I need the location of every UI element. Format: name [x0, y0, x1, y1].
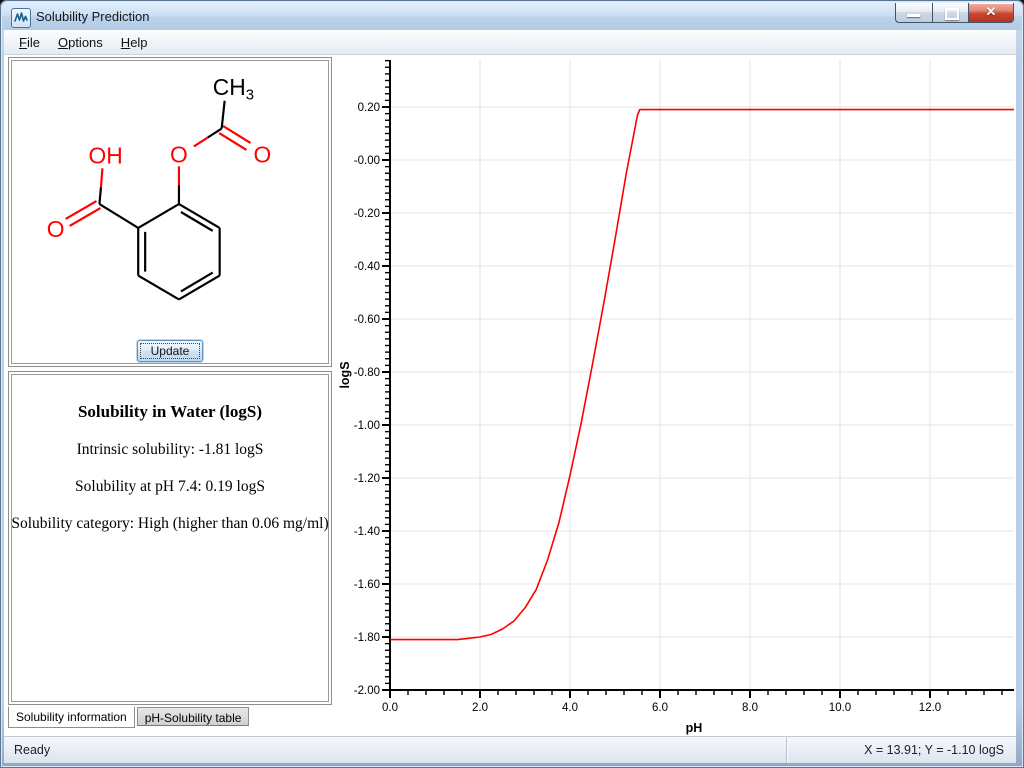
svg-text:12.0: 12.0	[919, 702, 941, 714]
menu-bar: File Options Help	[4, 30, 1016, 55]
svg-text:8.0: 8.0	[742, 702, 758, 714]
svg-text:-0.80: -0.80	[354, 367, 380, 379]
app-window: Solubility Prediction ✕ File Options Hel…	[0, 0, 1024, 768]
svg-text:-1.00: -1.00	[354, 420, 380, 432]
app-icon	[11, 8, 31, 28]
window-title: Solubility Prediction	[36, 9, 149, 24]
structure-viewer[interactable]: CH3 O O OH O Update	[8, 57, 332, 367]
svg-text:-0.20: -0.20	[354, 208, 380, 220]
status-coordinates: X = 13.91; Y = -1.10 logS	[786, 737, 1016, 763]
tab-ph-solubility-table[interactable]: pH-Solubility table	[137, 707, 250, 726]
svg-text:-2.00: -2.00	[354, 685, 380, 697]
solubility-info-panel: Solubility in Water (logS) Intrinsic sol…	[8, 371, 332, 705]
status-ready: Ready	[14, 743, 50, 757]
atom-label-hydroxyl: OH	[89, 142, 123, 168]
svg-text:-1.20: -1.20	[354, 473, 380, 485]
chart-canvas[interactable]: 0.20 -0.00 -0.20 -0.40 -0.60 -0.80 -1.00 -1.20 -…	[336, 55, 1016, 736]
title-bar[interactable]: Solubility Prediction ✕	[2, 2, 1022, 30]
svg-text:pH: pH	[686, 721, 703, 735]
menu-options[interactable]: Options	[49, 32, 112, 53]
svg-text:logS: logS	[338, 361, 352, 388]
atom-label-acetyl-o: O	[253, 141, 271, 167]
tab-solubility-information[interactable]: Solubility information	[8, 706, 135, 728]
close-icon: ✕	[969, 4, 1013, 20]
menu-file[interactable]: File	[10, 32, 49, 53]
svg-text:-1.40: -1.40	[354, 526, 380, 538]
close-button[interactable]: ✕	[969, 3, 1014, 23]
solubility-category-line: Solubility category: High (higher than 0…	[9, 515, 331, 533]
info-title: Solubility in Water (logS)	[9, 402, 331, 422]
ph-solubility-chart[interactable]: 0.20 -0.00 -0.20 -0.40 -0.60 -0.80 -1.00 -1.20 -…	[336, 55, 1016, 736]
svg-text:10.0: 10.0	[829, 702, 851, 714]
solubility-ph74-line: Solubility at pH 7.4: 0.19 logS	[9, 478, 331, 496]
menu-help[interactable]: Help	[112, 32, 157, 53]
maximize-button[interactable]	[932, 3, 969, 23]
maximize-icon	[945, 8, 959, 20]
atom-label-ester-o: O	[170, 141, 188, 167]
svg-text:-1.60: -1.60	[354, 579, 380, 591]
intrinsic-solubility-line: Intrinsic solubility: -1.81 logS	[9, 441, 331, 459]
svg-text:-0.60: -0.60	[354, 314, 380, 326]
svg-text:-1.80: -1.80	[354, 632, 380, 644]
svg-text:-0.00: -0.00	[354, 155, 380, 167]
svg-text:6.0: 6.0	[652, 702, 668, 714]
tab-bar: Solubility information pH-Solubility tab…	[8, 707, 249, 733]
atom-label-methyl: CH3	[213, 74, 254, 104]
minimize-icon	[907, 14, 920, 17]
svg-text:4.0: 4.0	[562, 702, 578, 714]
svg-text:0.0: 0.0	[382, 702, 398, 714]
status-bar: Ready X = 13.91; Y = -1.10 logS	[4, 736, 1016, 763]
update-button[interactable]: Update	[137, 340, 203, 362]
molecule-drawing: CH3 O O OH O	[10, 59, 330, 365]
svg-text:0.20: 0.20	[358, 102, 380, 114]
main-area: CH3 O O OH O Update Solubility in Water …	[4, 55, 1016, 736]
waveform-icon	[12, 9, 30, 27]
svg-text:-0.40: -0.40	[354, 261, 380, 273]
left-column: CH3 O O OH O Update Solubility in Water …	[4, 55, 336, 736]
minimize-button[interactable]	[895, 3, 932, 23]
svg-text:2.0: 2.0	[472, 702, 488, 714]
atom-label-carboxyl-o: O	[47, 216, 65, 242]
